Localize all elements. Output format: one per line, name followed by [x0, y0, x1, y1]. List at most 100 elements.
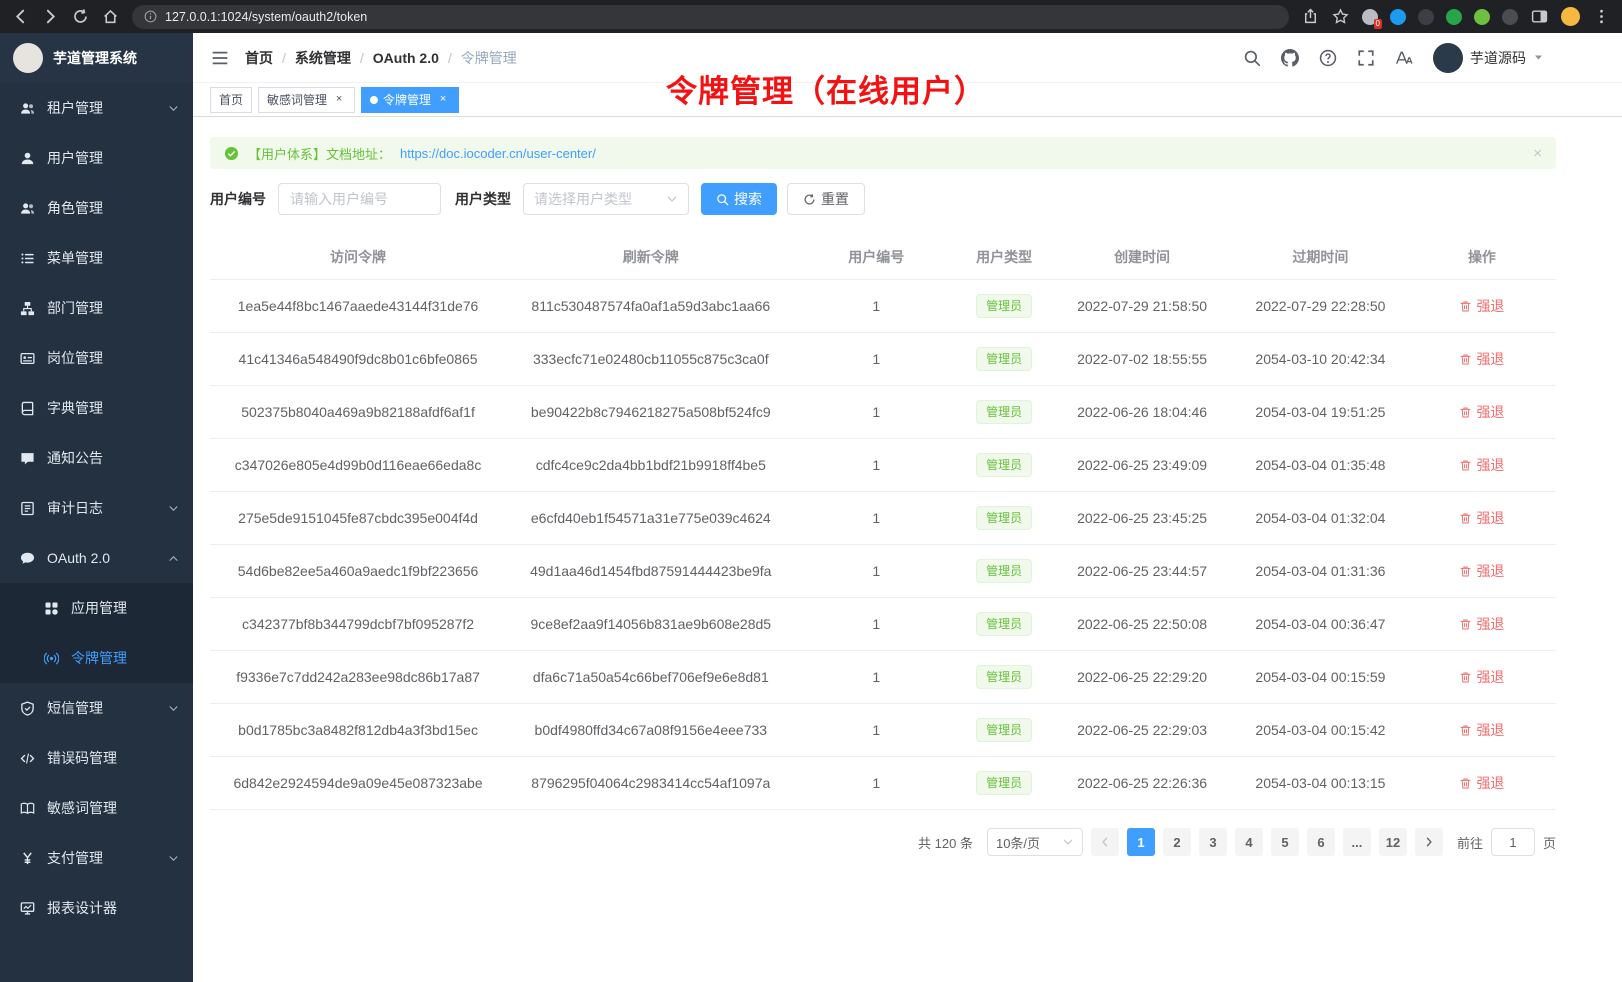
user-id-cell: 1 — [795, 333, 957, 386]
sidebar-item-sensitive-word[interactable]: 敏感词管理 — [0, 783, 193, 833]
profile-avatar[interactable] — [1561, 7, 1580, 26]
back-icon[interactable] — [12, 8, 29, 25]
page-content: 【用户体系】文档地址： https://doc.iocoder.cn/user-… — [193, 117, 1622, 982]
force-logout-button[interactable]: 强退 — [1459, 561, 1504, 581]
sidebar-item-menu[interactable]: 菜单管理 — [0, 233, 193, 283]
sidebar-item-error-code[interactable]: 错误码管理 — [0, 733, 193, 783]
extension-blue-icon[interactable] — [1390, 9, 1406, 25]
user-type-select[interactable]: 请选择用户类型 — [523, 183, 689, 215]
extension-colorful-icon[interactable]: 0 — [1362, 9, 1378, 25]
sidebar-item-dept[interactable]: 部门管理 — [0, 283, 193, 333]
sidebar-item-dict[interactable]: 字典管理 — [0, 383, 193, 433]
sidebar-item-notice[interactable]: 通知公告 — [0, 433, 193, 483]
close-icon[interactable]: × — [1533, 145, 1542, 162]
sidebar-item-label: 通知公告 — [47, 448, 179, 468]
force-logout-button[interactable]: 强退 — [1459, 349, 1504, 369]
sidebar-item-report-designer[interactable]: 报表设计器 — [0, 883, 193, 933]
sidebar-item-oauth2-app[interactable]: 应用管理 — [0, 583, 193, 633]
sidebar-item-tenant[interactable]: 租户管理 — [0, 83, 193, 133]
force-logout-button[interactable]: 强退 — [1459, 667, 1504, 687]
page-button-12[interactable]: 12 — [1379, 828, 1407, 856]
force-logout-button[interactable]: 强退 — [1459, 296, 1504, 316]
home-icon[interactable] — [102, 8, 119, 25]
app-logo[interactable]: 芋道管理系统 — [0, 33, 193, 83]
sidebar-item-label: 岗位管理 — [47, 348, 179, 368]
create-time-cell: 2022-06-25 23:49:09 — [1051, 439, 1233, 492]
user-menu[interactable]: 芋道源码 — [1433, 43, 1544, 73]
page-button-4[interactable]: 4 — [1235, 828, 1263, 856]
hamburger-icon[interactable] — [211, 49, 229, 67]
action-cell: 强退 — [1408, 598, 1556, 651]
page-button-1[interactable]: 1 — [1127, 828, 1155, 856]
page-button-5[interactable]: 5 — [1271, 828, 1299, 856]
share-icon[interactable] — [1302, 8, 1319, 25]
force-logout-button[interactable]: 强退 — [1459, 402, 1504, 422]
sidebar-item-role[interactable]: 角色管理 — [0, 183, 193, 233]
user-type-badge: 管理员 — [976, 612, 1032, 636]
tab-sensitive-word[interactable]: 敏感词管理× — [258, 87, 355, 113]
sidebar-item-oauth2-token[interactable]: 令牌管理 — [0, 633, 193, 683]
action-label: 强退 — [1476, 720, 1504, 740]
address-bar[interactable]: 127.0.0.1:1024/system/oauth2/token — [132, 5, 1289, 29]
sidebar-item-user[interactable]: 用户管理 — [0, 133, 193, 183]
page-size-value: 10条/页 — [996, 833, 1040, 852]
breadcrumb-item[interactable]: OAuth 2.0 — [373, 50, 439, 66]
force-logout-button[interactable]: 强退 — [1459, 720, 1504, 740]
log-icon — [20, 501, 35, 516]
reload-icon[interactable] — [72, 8, 89, 25]
forward-icon[interactable] — [42, 8, 59, 25]
post-icon — [20, 351, 35, 366]
star-icon[interactable] — [1332, 8, 1349, 25]
tab-home[interactable]: 首页 — [210, 87, 252, 113]
extension-lightgreen-icon[interactable] — [1474, 9, 1490, 25]
kebab-menu-icon[interactable] — [1593, 8, 1610, 25]
create-time-cell: 2022-06-25 22:29:03 — [1051, 704, 1233, 757]
fontsize-icon[interactable] — [1395, 49, 1413, 67]
access-token-cell: c347026e805e4d99b0d116eae66eda8c — [210, 439, 506, 492]
sidebar-item-pay[interactable]: 支付管理 — [0, 833, 193, 883]
next-page-button[interactable] — [1415, 828, 1443, 856]
fullscreen-icon[interactable] — [1357, 49, 1375, 67]
question-icon[interactable] — [1319, 49, 1337, 67]
page-ellipsis[interactable]: ... — [1343, 828, 1371, 856]
app-header: 首页/系统管理/OAuth 2.0/令牌管理 芋道源码 — [193, 33, 1622, 83]
force-logout-button[interactable]: 强退 — [1459, 614, 1504, 634]
sidebar-item-audit-log[interactable]: 审计日志 — [0, 483, 193, 533]
github-icon[interactable] — [1281, 49, 1299, 67]
sidebar-item-sms[interactable]: 短信管理 — [0, 683, 193, 733]
sidebar-item-label: 菜单管理 — [47, 248, 179, 268]
reset-button[interactable]: 重置 — [787, 183, 865, 215]
info-icon[interactable] — [144, 10, 157, 23]
doc-link[interactable]: https://doc.iocoder.cn/user-center/ — [400, 146, 596, 161]
close-icon[interactable]: × — [332, 93, 346, 107]
refresh-token-cell: 9ce8ef2aa9f14056b831ae9b608e28d5 — [506, 598, 795, 651]
split-view-icon[interactable] — [1531, 8, 1548, 25]
breadcrumb-item[interactable]: 首页 — [245, 48, 273, 68]
force-logout-button[interactable]: 强退 — [1459, 508, 1504, 528]
search-button[interactable]: 搜索 — [701, 183, 777, 215]
user-id-input[interactable] — [278, 183, 441, 215]
page-button-3[interactable]: 3 — [1199, 828, 1227, 856]
close-icon[interactable]: × — [436, 93, 450, 107]
sidebar-item-post[interactable]: 岗位管理 — [0, 333, 193, 383]
extension-gray-icon[interactable] — [1502, 9, 1518, 25]
page-button-2[interactable]: 2 — [1163, 828, 1191, 856]
sidebar-item-oauth2[interactable]: OAuth 2.0 — [0, 533, 193, 583]
page-size-select[interactable]: 10条/页 — [987, 828, 1083, 856]
caret-down-icon — [1533, 52, 1544, 63]
search-icon[interactable] — [1243, 49, 1261, 67]
sidebar-item-label: 审计日志 — [47, 498, 168, 518]
expire-time-cell: 2022-07-29 22:28:50 — [1233, 280, 1408, 333]
tab-oauth2-token[interactable]: 令牌管理× — [361, 87, 459, 113]
sidebar-item-label: OAuth 2.0 — [47, 550, 168, 566]
extension-green-icon[interactable] — [1446, 9, 1462, 25]
prev-page-button[interactable] — [1091, 828, 1119, 856]
action-label: 强退 — [1476, 508, 1504, 528]
page-button-6[interactable]: 6 — [1307, 828, 1335, 856]
extension-dark-icon[interactable] — [1418, 9, 1434, 25]
breadcrumb-item[interactable]: 系统管理 — [295, 48, 351, 68]
goto-page-input[interactable] — [1491, 828, 1535, 856]
force-logout-button[interactable]: 强退 — [1459, 455, 1504, 475]
force-logout-button[interactable]: 强退 — [1459, 773, 1504, 793]
user-type-cell: 管理员 — [957, 545, 1051, 598]
